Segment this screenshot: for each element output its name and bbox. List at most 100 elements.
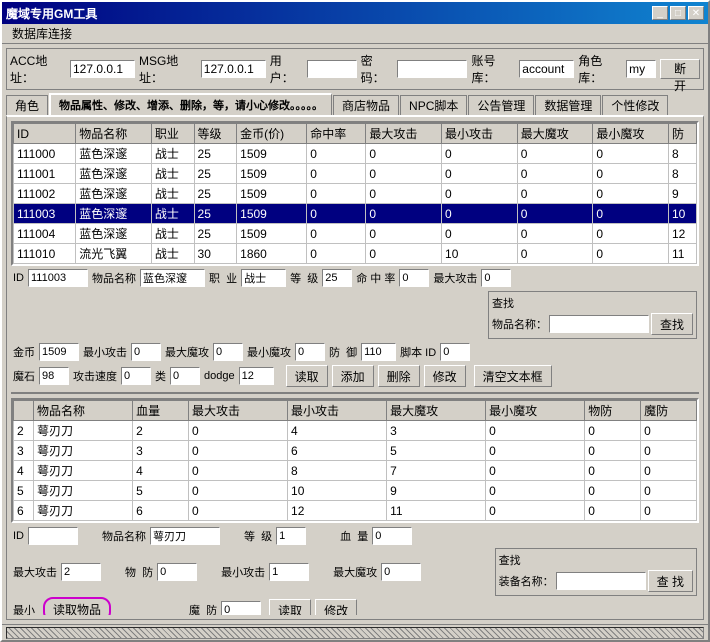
upper-table-row[interactable]: 111011流光飞翼战士30186000100011: [14, 264, 697, 267]
lower-hp-input[interactable]: [372, 527, 412, 545]
def-input[interactable]: [361, 343, 396, 361]
lower-row-3: 最小 读取物品 魔 防 读取 修改: [13, 599, 697, 615]
job-label: 职 业: [209, 270, 237, 286]
tab-role[interactable]: 角色: [6, 95, 48, 115]
tab-data[interactable]: 数据管理: [535, 95, 601, 115]
lower-maxmag-input[interactable]: [381, 563, 421, 581]
lower-table-row[interactable]: 6萼刃刀601211000: [14, 501, 697, 521]
type-label: 类: [155, 368, 166, 384]
menu-db-connect[interactable]: 数据库连接: [6, 23, 78, 44]
lower-level-input[interactable]: [276, 527, 306, 545]
minimize-button[interactable]: _: [652, 6, 668, 20]
upper-table-row[interactable]: 111001蓝色深邃战士251509000008: [14, 164, 697, 184]
dodge-input[interactable]: [239, 367, 274, 385]
magic-stone-label: 魔石: [13, 368, 35, 384]
lower-id-label: ID: [13, 530, 24, 542]
lower-mdef-input[interactable]: [221, 601, 261, 615]
minmag-label: 最小魔攻: [247, 344, 291, 360]
minatk-input[interactable]: [131, 343, 161, 361]
lower-id-input[interactable]: [28, 527, 78, 545]
attack-speed-input[interactable]: [121, 367, 151, 385]
clear-button[interactable]: 清空文本框: [474, 365, 552, 387]
tab-bar: 角色 物品属性、修改、增添、删除，等，请小心修改。。。。。 商店物品 NPC脚本…: [6, 93, 704, 115]
lower-col-minmag: 最小魔攻: [486, 401, 585, 421]
col-level: 等级: [194, 124, 237, 144]
maxmag-input[interactable]: [213, 343, 243, 361]
lower-maxatk-input[interactable]: [61, 563, 101, 581]
id-input[interactable]: [28, 269, 88, 287]
upper-table-row[interactable]: 111002蓝色深邃战士251509000009: [14, 184, 697, 204]
minmag-input[interactable]: [295, 343, 325, 361]
lower-minatk-label: 最小攻击: [221, 564, 265, 580]
status-bar: [2, 624, 708, 640]
lower-minatk-input[interactable]: [269, 563, 309, 581]
lower-search-button[interactable]: 查 找: [648, 570, 693, 592]
foot-input[interactable]: [440, 343, 470, 361]
lower-table-row[interactable]: 3萼刃刀3065000: [14, 441, 697, 461]
tab-npc[interactable]: NPC脚本: [400, 95, 467, 115]
maxatk-input[interactable]: [481, 269, 511, 287]
lower-table-container: 物品名称 血量 最大攻击 最小攻击 最大魔攻 最小魔攻 物防 魔防: [11, 398, 699, 523]
acc-label: ACC地址：: [10, 52, 66, 86]
lower-name-input[interactable]: [150, 527, 220, 545]
type-input[interactable]: [170, 367, 200, 385]
lower-search-label: 查找: [499, 552, 693, 568]
read-balloon-text: 读取物品: [53, 603, 101, 615]
lower-detail: ID 物品名称 等 级 血 量 最大攻击: [11, 525, 699, 615]
upper-table-row[interactable]: 111004蓝色深邃战士2515090000012: [14, 224, 697, 244]
lower-modify-button[interactable]: 修改: [315, 599, 357, 615]
col-hit: 命中率: [307, 124, 366, 144]
search-input[interactable]: [549, 315, 649, 333]
search-label: 查找: [492, 295, 693, 311]
attack-speed-label: 攻击速度: [73, 368, 117, 384]
tab-shop[interactable]: 商店物品: [333, 95, 399, 115]
hit-input[interactable]: [399, 269, 429, 287]
upper-table-row[interactable]: 111010流光飞翼战士30186000100011: [14, 244, 697, 264]
lower-col-hp: 血量: [133, 401, 189, 421]
name-input[interactable]: [140, 269, 205, 287]
user-input[interactable]: [307, 60, 357, 78]
maximize-button[interactable]: □: [670, 6, 686, 20]
pass-input[interactable]: [397, 60, 467, 78]
lower-table-row[interactable]: 4萼刃刀4087000: [14, 461, 697, 481]
name-label: 物品名称: [92, 270, 136, 286]
lower-pdef-input[interactable]: [157, 563, 197, 581]
msg-input[interactable]: [201, 60, 266, 78]
lower-read-button[interactable]: 读取: [269, 599, 311, 615]
tab-announcement[interactable]: 公告管理: [468, 95, 534, 115]
upper-table-row[interactable]: 111003蓝色深邃战士2515090000010: [14, 204, 697, 224]
lower-col-name: 物品名称: [34, 401, 133, 421]
role-input[interactable]: [626, 60, 656, 78]
job-input[interactable]: [241, 269, 286, 287]
lower-table: 物品名称 血量 最大攻击 最小攻击 最大魔攻 最小魔攻 物防 魔防: [13, 400, 697, 521]
tab-item[interactable]: 物品属性、修改、增添、删除，等，请小心修改。。。。。: [49, 93, 332, 115]
def-label: 防 御: [329, 344, 357, 360]
gold-input[interactable]: [39, 343, 79, 361]
lower-table-row[interactable]: 5萼刃刀50109000: [14, 481, 697, 501]
window-title: 魔域专用GM工具: [6, 5, 97, 22]
magic-stone-input[interactable]: [39, 367, 69, 385]
read-button[interactable]: 读取: [286, 365, 328, 387]
add-button[interactable]: 添加: [332, 365, 374, 387]
level-input[interactable]: [322, 269, 352, 287]
lower-pdef-label: 物 防: [125, 564, 153, 580]
tab-personal[interactable]: 个性修改: [602, 95, 668, 115]
read-balloon-container: 最小 读取物品: [13, 602, 35, 615]
delete-button[interactable]: 删除: [378, 365, 420, 387]
lower-table-row[interactable]: 2萼刃刀2043000: [14, 421, 697, 441]
lower-maxatk-label: 最大攻击: [13, 564, 57, 580]
account-input[interactable]: [519, 60, 574, 78]
acc-input[interactable]: [70, 60, 135, 78]
search-button[interactable]: 查找: [651, 313, 693, 335]
disconnect-button[interactable]: 断开: [660, 59, 700, 79]
upper-table-row[interactable]: 111000蓝色深邃战士251509000008: [14, 144, 697, 164]
db-connect-bar: ACC地址： MSG地址： 用户： 密码： 账号库： 角色库： 断开: [6, 48, 704, 90]
title-bar: 魔域专用GM工具 _ □ ✕: [2, 2, 708, 24]
close-button[interactable]: ✕: [688, 6, 704, 20]
col-minatk: 最小攻击: [442, 124, 518, 144]
equip-search-input[interactable]: [556, 572, 646, 590]
modify-button[interactable]: 修改: [424, 365, 466, 387]
col-maxatk: 最大攻击: [366, 124, 442, 144]
lower-name-label: 物品名称: [102, 528, 146, 544]
col-def: 防: [668, 124, 696, 144]
